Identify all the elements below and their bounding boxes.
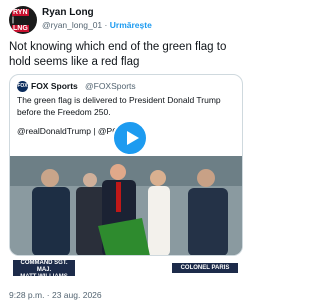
avatar[interactable]: RYN | LNG — [9, 6, 37, 34]
timestamp[interactable]: 9:28 p.m. · 23 aug. 2026 — [9, 290, 102, 300]
quoted-tweet-text: The green flag is delivered to President… — [17, 95, 221, 117]
video-scene — [10, 156, 242, 255]
author-name[interactable]: Ryan Long — [42, 7, 94, 18]
play-button[interactable] — [112, 120, 148, 156]
avatar-text-top: RYN — [12, 9, 29, 16]
author-handle-line: @ryan_long_01 · Urmărește — [42, 20, 152, 30]
avatar-vertical-bar: | — [12, 17, 14, 24]
follow-button[interactable]: Urmărește — [110, 20, 152, 30]
tweet-header: RYN | LNG Ryan Long @ryan_long_01 · Urmă… — [9, 6, 244, 36]
caption-right: COLONEL PARIS DAVIS — [172, 263, 238, 281]
avatar-text-bottom: LNG — [12, 25, 29, 32]
quoted-author-name[interactable]: FOX Sports — [31, 81, 78, 91]
author-handle[interactable]: @ryan_long_01 — [42, 20, 102, 30]
fox-sports-avatar[interactable]: FOX — [17, 81, 28, 92]
quoted-tweet[interactable]: FOX FOX Sports @FOXSports The green flag… — [9, 74, 243, 256]
tweet-text: Not knowing which end of the green flag … — [9, 41, 227, 68]
video-thumbnail[interactable] — [10, 156, 242, 255]
dot-separator: · — [104, 20, 108, 30]
caption-left: COMMAND SGT. MAJ. MATT WILLIAMS — [13, 260, 75, 280]
caption-left-line2: MATT WILLIAMS — [20, 274, 68, 280]
caption-left-line1: COMMAND SGT. MAJ. — [20, 260, 68, 273]
quoted-author-handle[interactable]: @FOXSports — [85, 81, 136, 91]
